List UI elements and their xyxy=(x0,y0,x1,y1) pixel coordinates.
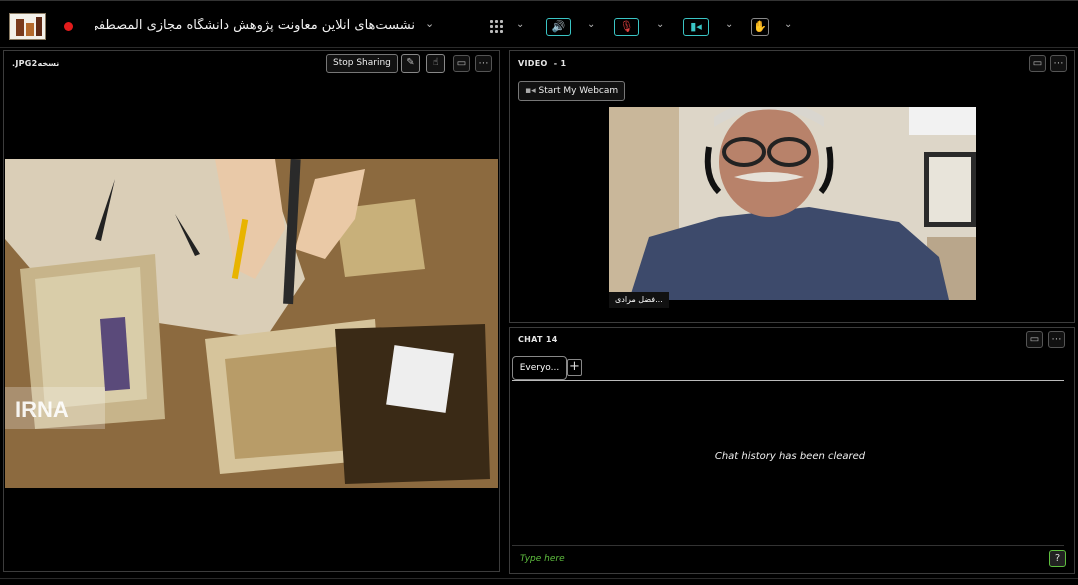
chat-input[interactable]: Type here xyxy=(512,545,1064,571)
video-count: - 1 xyxy=(553,59,567,68)
more-options-icon[interactable]: ⋯ xyxy=(1050,55,1067,72)
webcam-video xyxy=(609,107,976,300)
recording-indicator-icon xyxy=(64,22,73,31)
raise-hand-icon[interactable]: ✋ xyxy=(751,18,769,36)
maximize-icon[interactable]: ▭ xyxy=(1026,331,1043,348)
app-logo xyxy=(9,13,46,40)
maximize-icon[interactable]: ▭ xyxy=(1029,55,1046,72)
status-bar-divider xyxy=(0,578,1078,579)
add-chat-tab-icon[interactable]: + xyxy=(567,359,582,376)
chat-cleared-message: Chat history has been cleared xyxy=(714,451,866,462)
share-panel-title: .JPG2نسخه xyxy=(12,59,60,68)
meeting-title[interactable]: نشست‌های آنلاین معاونت پژوهش دانشگاه مجا… xyxy=(95,18,415,33)
chat-input-placeholder: Type here xyxy=(520,554,565,564)
chat-panel-title: CHAT 14 xyxy=(518,335,558,344)
chat-tab-everyone[interactable]: Everyo... xyxy=(512,356,567,380)
chevron-down-icon[interactable]: ⌄ xyxy=(587,19,595,30)
manuscript-photo: IRNA xyxy=(5,159,498,488)
start-webcam-button[interactable]: ▪◂ Start My Webcam xyxy=(518,81,626,101)
stop-sharing-button[interactable]: Stop Sharing xyxy=(326,54,398,73)
participant-video-frame xyxy=(609,107,976,300)
video-panel-title: VIDEO - 1 xyxy=(518,59,566,68)
chevron-down-icon[interactable]: ⌄ xyxy=(725,19,733,30)
video-title-label: VIDEO xyxy=(518,59,548,68)
more-options-icon[interactable]: ⋯ xyxy=(1048,331,1065,348)
top-bar: نشست‌های آنلاین معاونت پژوهش دانشگاه مجا… xyxy=(0,0,1078,48)
chat-divider xyxy=(512,380,1064,381)
start-webcam-label: Start My Webcam xyxy=(538,86,619,96)
chevron-down-icon[interactable]: ⌄ xyxy=(425,17,434,30)
annotate-pencil-icon[interactable]: ✎ xyxy=(401,54,420,73)
camera-icon: ▪◂ xyxy=(525,86,539,96)
participant-name-tag: ...فضل مرادی xyxy=(609,292,669,308)
chevron-down-icon[interactable]: ⌄ xyxy=(516,19,524,30)
chevron-down-icon[interactable]: ⌄ xyxy=(784,19,792,30)
camera-icon[interactable]: ▮◂ xyxy=(683,18,709,36)
pointer-hand-icon[interactable]: ☝ xyxy=(426,54,445,73)
grid-icon[interactable] xyxy=(490,20,504,34)
help-icon[interactable]: ? xyxy=(1049,550,1066,567)
shared-image: IRNA xyxy=(5,159,498,488)
mic-muted-icon[interactable]: 🎙 xyxy=(614,18,639,36)
chevron-down-icon[interactable]: ⌄ xyxy=(656,19,664,30)
watermark-text: IRNA xyxy=(15,397,69,422)
more-options-icon[interactable]: ⋯ xyxy=(475,55,492,72)
maximize-icon[interactable]: ▭ xyxy=(453,55,470,72)
speaker-icon[interactable]: 🔊 xyxy=(546,18,571,36)
